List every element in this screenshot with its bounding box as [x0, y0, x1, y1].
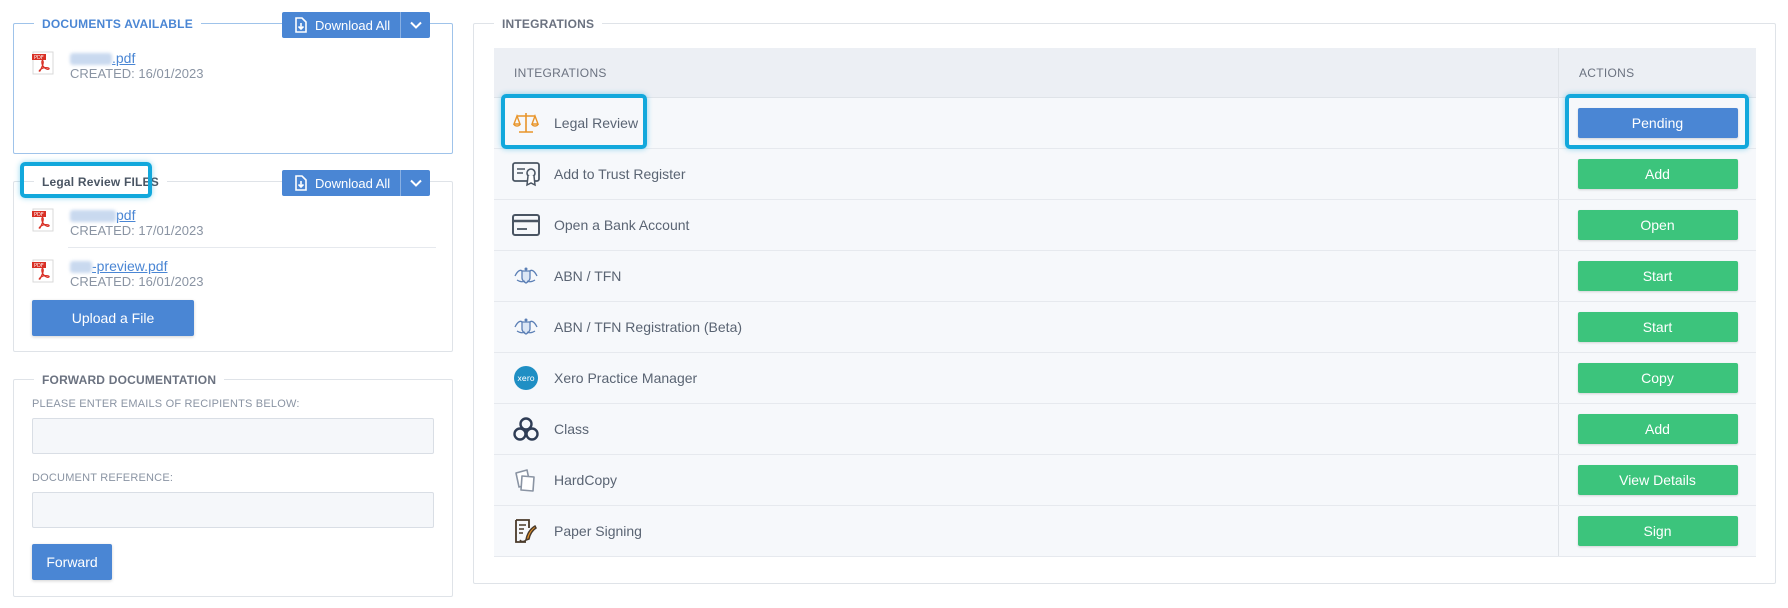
documents-available-title: DOCUMENTS AVAILABLE	[34, 16, 201, 32]
integration-name: Add to Trust Register	[554, 166, 686, 182]
integration-name: Legal Review	[554, 115, 639, 131]
table-row: Paper Signing Sign	[494, 506, 1756, 557]
chevron-down-icon	[409, 21, 422, 29]
action-cell: Sign	[1559, 506, 1756, 556]
coat-of-arms-icon	[512, 262, 540, 290]
document-created-date: CREATED: 16/01/2023	[70, 66, 204, 81]
integration-cell: ABN / TFN	[494, 251, 1559, 301]
download-file-icon	[295, 17, 307, 33]
download-all-button[interactable]: Download All	[282, 12, 431, 38]
credit-card-icon	[512, 211, 540, 239]
integration-name: ABN / TFN Registration (Beta)	[554, 319, 743, 335]
coat-of-arms-icon	[512, 313, 540, 341]
integration-cell: Open a Bank Account	[494, 200, 1559, 250]
integration-name: HardCopy	[554, 472, 618, 488]
scales-icon	[512, 109, 540, 137]
documents-available-panel: DOCUMENTS AVAILABLE Download All PDF .pd…	[13, 12, 453, 154]
download-all-button[interactable]: Download All	[282, 170, 431, 196]
download-dropdown-toggle[interactable]	[400, 12, 430, 38]
table-row: Class Add	[494, 404, 1756, 455]
action-cell: Copy	[1559, 353, 1756, 403]
table-row: HardCopy View Details	[494, 455, 1756, 506]
download-all-label: Download All	[315, 17, 391, 33]
integration-name: Open a Bank Account	[554, 217, 690, 233]
download-file-icon	[295, 175, 307, 191]
xero-logo-icon: xero	[512, 364, 540, 392]
legal-file-created-date: CREATED: 16/01/2023	[70, 274, 204, 289]
integration-cell: Class	[494, 404, 1559, 454]
action-cell: Start	[1559, 251, 1756, 301]
document-file-link[interactable]: .pdf	[70, 50, 203, 66]
legal-file-item: PDF pdf CREATED: 17/01/2023	[32, 207, 203, 239]
integrations-table: INTEGRATIONS ACTIONS Legal Review Pendin…	[494, 48, 1756, 557]
emails-label: PLEASE ENTER EMAILS OF RECIPIENTS BELOW:	[32, 398, 300, 410]
certificate-icon	[512, 160, 540, 188]
legal-review-files-panel: Legal Review FILES Download All PDF pdf …	[13, 170, 453, 352]
add-button[interactable]: Add	[1577, 414, 1738, 444]
download-dropdown-toggle[interactable]	[400, 170, 430, 196]
legal-file-link[interactable]: pdf	[70, 207, 203, 223]
copy-button[interactable]: Copy	[1577, 363, 1738, 393]
integration-cell: xero Xero Practice Manager	[494, 353, 1559, 403]
download-all-label: Download All	[315, 175, 391, 191]
integrations-column-header: INTEGRATIONS	[494, 48, 1559, 97]
pdf-file-icon: PDF	[32, 208, 54, 232]
file-divider	[68, 247, 436, 248]
integration-cell: HardCopy	[494, 455, 1559, 505]
integration-cell: Paper Signing	[494, 506, 1559, 556]
svg-text:xero: xero	[517, 374, 535, 383]
view-details-button[interactable]: View Details	[1577, 465, 1738, 495]
table-row: xero Xero Practice Manager Copy	[494, 353, 1756, 404]
table-row: Legal Review Pending	[494, 98, 1756, 149]
integration-cell: Legal Review	[494, 98, 1559, 148]
upload-file-button[interactable]: Upload a File	[32, 300, 194, 336]
action-cell: Add	[1559, 404, 1756, 454]
integrations-title: INTEGRATIONS	[494, 16, 603, 32]
document-file-item: PDF .pdf CREATED: 16/01/2023	[32, 50, 203, 82]
legal-file-item: PDF -preview.pdf CREATED: 16/01/2023	[32, 258, 203, 290]
integration-cell: Add to Trust Register	[494, 149, 1559, 199]
integration-name: ABN / TFN	[554, 268, 622, 284]
document-reference-input[interactable]	[32, 492, 434, 528]
open-button[interactable]: Open	[1577, 210, 1738, 240]
integration-name: Paper Signing	[554, 523, 642, 539]
actions-column-header: ACTIONS	[1579, 65, 1635, 80]
action-cell: View Details	[1559, 455, 1756, 505]
pdf-file-icon: PDF	[32, 259, 54, 283]
sign-button[interactable]: Sign	[1577, 516, 1738, 546]
add-button[interactable]: Add	[1577, 159, 1738, 189]
integration-name: Class	[554, 421, 590, 437]
forward-button[interactable]: Forward	[32, 544, 112, 580]
pdf-file-icon: PDF	[32, 51, 54, 75]
table-row: ABN / TFN Registration (Beta) Start	[494, 302, 1756, 353]
action-cell: Start	[1559, 302, 1756, 352]
action-cell: Pending	[1559, 98, 1756, 148]
emails-input[interactable]	[32, 418, 434, 454]
forward-documentation-panel: FORWARD DOCUMENTATION PLEASE ENTER EMAIL…	[13, 372, 453, 597]
table-row: Add to Trust Register Add	[494, 149, 1756, 200]
action-cell: Open	[1559, 200, 1756, 250]
legal-file-link[interactable]: -preview.pdf	[70, 258, 203, 274]
integration-cell: ABN / TFN Registration (Beta)	[494, 302, 1559, 352]
document-reference-label: DOCUMENT REFERENCE:	[32, 472, 174, 484]
signing-pen-icon	[512, 517, 540, 545]
chevron-down-icon	[409, 179, 422, 187]
pending-button[interactable]: Pending	[1577, 108, 1738, 138]
class-logo-icon	[512, 415, 540, 443]
start-button[interactable]: Start	[1577, 312, 1738, 342]
action-cell: Add	[1559, 149, 1756, 199]
integration-name: Xero Practice Manager	[554, 370, 698, 386]
papers-icon	[512, 466, 540, 494]
forward-documentation-title: FORWARD DOCUMENTATION	[34, 372, 225, 388]
start-button[interactable]: Start	[1577, 261, 1738, 291]
table-header: INTEGRATIONS ACTIONS	[494, 48, 1756, 98]
legal-file-created-date: CREATED: 17/01/2023	[70, 223, 204, 238]
table-row: ABN / TFN Start	[494, 251, 1756, 302]
legal-review-files-title: Legal Review FILES	[34, 174, 167, 190]
table-row: Open a Bank Account Open	[494, 200, 1756, 251]
